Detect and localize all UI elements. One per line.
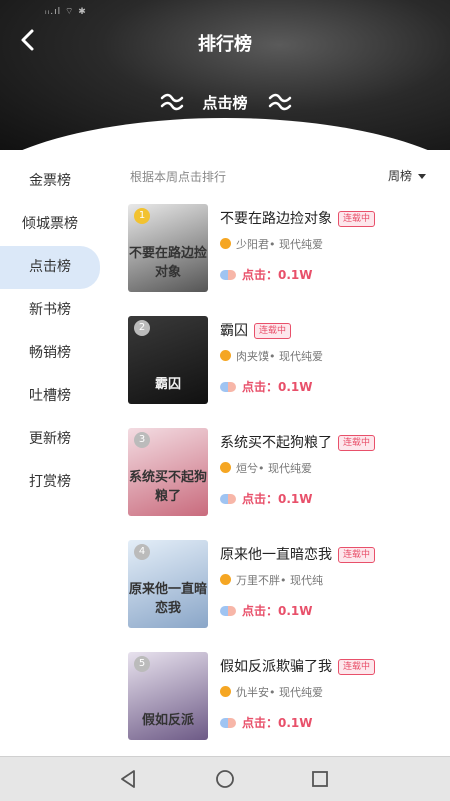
author-genre: 烜兮• 现代纯爱 (236, 462, 312, 475)
author-genre-row: 仇半安• 现代纯爱 (220, 684, 323, 700)
book-list-item[interactable]: 1 不要在路边捡对象 不要在路边捡对象 连载中 少阳君• 现代纯爱 点击：0.1W (128, 204, 438, 292)
cover-title-art: 假如反派 (141, 713, 194, 728)
rank-badge: 2 (134, 320, 150, 336)
nav-back-icon[interactable] (116, 767, 140, 791)
wave-decoration-icon (268, 93, 292, 111)
author-genre-row: 万里不胖• 现代纯 (220, 572, 323, 588)
serializing-badge: 连载中 (338, 435, 376, 451)
book-title-row: 系统买不起狗粮了 连载中 (220, 432, 376, 452)
click-count-row: 点击：0.1W (220, 378, 313, 395)
cover-title-art: 不要在路边捡对象 (128, 246, 207, 280)
period-label: 周榜 (388, 169, 413, 183)
author-genre-row: 肉夹馍• 现代纯爱 (220, 348, 323, 364)
book-list-item[interactable]: 5 假如反派 假如反派欺骗了我 连载中仇半安• 现代纯爱 点击：0.1W (128, 652, 438, 740)
book-list-item[interactable]: 2 霸囚 霸囚 连载中 肉夹馍• 现代纯爱 点击：0.1W (128, 316, 438, 404)
author-icon (220, 462, 231, 473)
cover-title-art: 原来他一直暗恋我 (128, 582, 207, 616)
click-count-row: 点击：0.1W (220, 266, 313, 283)
book-cover-image[interactable]: 3 系统买不起狗粮了 (128, 428, 208, 516)
rank-badge: 5 (134, 656, 150, 672)
author-icon (220, 686, 231, 697)
sidebar-item-qingcheng-ticket[interactable]: 倾城票榜 (0, 203, 100, 246)
book-title[interactable]: 原来他一直暗恋我 (220, 547, 332, 563)
sidebar-item-updates[interactable]: 更新榜 (0, 418, 100, 461)
serializing-badge: 连载中 (338, 547, 376, 563)
ranking-category-sidebar: 金票榜 倾城票榜 点击榜 新书榜 畅销榜 吐槽榜 更新榜 打赏榜 (0, 160, 110, 504)
book-title-row: 不要在路边捡对象 连载中 (220, 208, 376, 228)
sidebar-item-bestselling[interactable]: 畅销榜 (0, 332, 100, 375)
book-cover-image[interactable]: 1 不要在路边捡对象 (128, 204, 208, 292)
system-navigation-bar (0, 756, 450, 801)
ranking-description: 根据本周点击排行 (130, 170, 227, 184)
book-title-row: 霸囚 连载中 (220, 320, 292, 340)
sidebar-item-complaints[interactable]: 吐槽榜 (0, 375, 100, 418)
book-title[interactable]: 系统买不起狗粮了 (220, 435, 332, 451)
click-count-row: 点击：0.1W (220, 490, 313, 507)
page-title: 排行榜 (198, 34, 252, 55)
serializing-badge: 连载中 (254, 323, 292, 339)
book-cover-image[interactable]: 4 原来他一直暗恋我 (128, 540, 208, 628)
book-title[interactable]: 假如反派欺骗了我 (220, 659, 332, 675)
status-bar: ᵢᵢ.ıl ⌔ ✱ (45, 7, 87, 17)
sidebar-item-new-books[interactable]: 新书榜 (0, 289, 100, 332)
author-genre: 万里不胖• 现代纯 (236, 574, 323, 587)
book-title-row: 原来他一直暗恋我 连载中 (220, 544, 376, 564)
author-icon (220, 574, 231, 585)
book-title[interactable]: 不要在路边捡对象 (220, 211, 332, 227)
author-icon (220, 350, 231, 361)
click-count: 点击：0.1W (242, 716, 313, 730)
sidebar-item-tips[interactable]: 打赏榜 (0, 461, 100, 504)
click-count-icon (220, 270, 236, 280)
book-title-row: 假如反派欺骗了我 连载中 (220, 656, 376, 676)
cover-title-art: 系统买不起狗粮了 (128, 470, 207, 504)
book-cover-image[interactable]: 2 霸囚 (128, 316, 208, 404)
serializing-badge: 连载中 (338, 659, 376, 675)
author-genre: 少阳君• 现代纯爱 (236, 238, 323, 251)
rank-badge: 3 (134, 432, 150, 448)
period-dropdown[interactable]: 周榜 (388, 167, 427, 184)
author-genre: 仇半安• 现代纯爱 (236, 686, 323, 699)
author-genre-row: 烜兮• 现代纯爱 (220, 460, 312, 476)
click-count-icon (220, 718, 236, 728)
dropdown-caret-icon (418, 174, 427, 179)
author-genre-row: 少阳君• 现代纯爱 (220, 236, 323, 252)
rank-type-label: 点击榜 (202, 94, 248, 112)
click-count-icon (220, 494, 236, 504)
sidebar-item-gold-ticket[interactable]: 金票榜 (0, 160, 100, 203)
rank-badge: 1 (134, 208, 150, 224)
header-banner: ᵢᵢ.ıl ⌔ ✱ 排行榜 点击榜 (0, 0, 450, 150)
sidebar-item-clicks[interactable]: 点击榜 (0, 246, 100, 289)
rank-badge: 4 (134, 544, 150, 560)
author-icon (220, 238, 231, 249)
header-curve (0, 118, 450, 150)
book-list-item[interactable]: 3 系统买不起狗粮了 系统买不起狗粮了 连载中 烜兮• 现代纯爱 点击：0.1W (128, 428, 438, 516)
click-count-row: 点击：0.1W (220, 602, 313, 619)
book-cover-image[interactable]: 5 假如反派 (128, 652, 208, 740)
click-count-icon (220, 382, 236, 392)
cover-title-art: 霸囚 (154, 377, 181, 392)
click-count: 点击：0.1W (242, 492, 313, 506)
nav-recents-icon[interactable] (308, 767, 332, 791)
click-count: 点击：0.1W (242, 268, 313, 282)
click-count-icon (220, 606, 236, 616)
author-genre: 肉夹馍• 现代纯爱 (236, 350, 323, 363)
book-title[interactable]: 霸囚 (220, 323, 248, 339)
click-count: 点击：0.1W (242, 380, 313, 394)
click-count: 点击：0.1W (242, 604, 313, 618)
click-count-row: 点击：0.1W (220, 714, 313, 731)
nav-home-icon[interactable] (213, 767, 237, 791)
book-list-item[interactable]: 4 原来他一直暗恋我 原来他一直暗恋我 连载中 万里不胖• 现代纯 点击：0.1W (128, 540, 438, 628)
serializing-badge: 连载中 (338, 211, 376, 227)
